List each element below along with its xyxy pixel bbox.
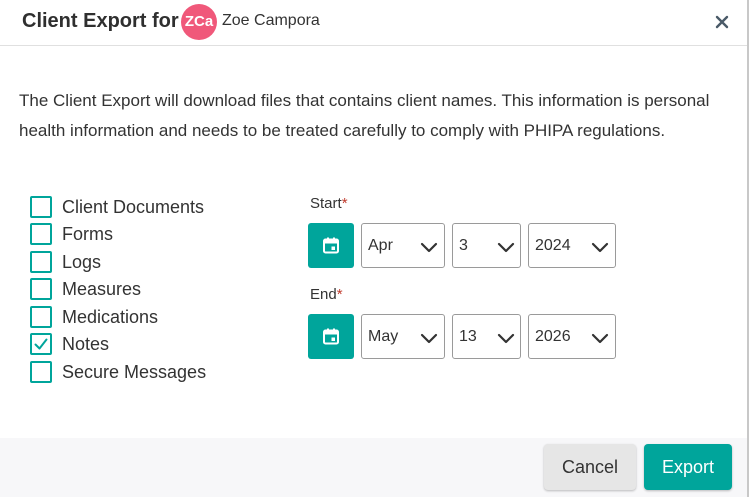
client-avatar: ZCa (181, 4, 217, 40)
start-day-value: 3 (459, 237, 468, 254)
option-label: Notes (62, 334, 110, 355)
chevron-down-icon (497, 333, 515, 344)
option-label: Client Documents (62, 196, 205, 217)
option-notes[interactable]: Notes (30, 331, 206, 359)
option-forms[interactable]: Forms (30, 221, 206, 249)
client-documents-checkbox[interactable] (30, 195, 52, 218)
cancel-button[interactable]: Cancel (544, 444, 636, 490)
phipa-warning-text: The Client Export will download files th… (19, 91, 710, 140)
secure-messages-checkbox[interactable] (30, 360, 52, 383)
client-name: Zoe Campora (222, 12, 320, 29)
dialog-title: Client Export for (22, 10, 179, 32)
close-button[interactable] (709, 9, 735, 35)
calendar-icon (323, 237, 339, 254)
start-date-label: Start* (310, 195, 348, 213)
option-label: Medications (62, 306, 159, 327)
chevron-down-icon (591, 333, 609, 344)
end-day-select[interactable]: 13 (452, 314, 521, 359)
option-label: Measures (62, 279, 142, 300)
medications-checkbox[interactable] (30, 305, 52, 328)
end-label-text: End (310, 286, 337, 303)
end-year-value: 2026 (535, 328, 571, 345)
chevron-down-icon (591, 242, 609, 253)
end-calendar-button[interactable] (308, 314, 354, 359)
checkmark-icon (34, 338, 48, 350)
dialog-header: Client Export for ZCa Zoe Campora (0, 0, 747, 46)
client-export-dialog: Client Export for ZCa Zoe Campora The Cl… (0, 0, 749, 497)
end-year-select[interactable]: 2026 (528, 314, 616, 359)
close-icon (715, 15, 729, 29)
start-year-value: 2024 (535, 237, 571, 254)
start-day-select[interactable]: 3 (452, 223, 521, 268)
chevron-down-icon (420, 333, 438, 344)
option-label: Logs (62, 251, 102, 272)
export-options-list: Client Documents Forms Logs Measures Med… (30, 193, 206, 386)
end-month-select[interactable]: May (361, 314, 445, 359)
forms-checkbox[interactable] (30, 223, 52, 246)
calendar-icon (323, 328, 339, 345)
export-button[interactable]: Export (644, 444, 732, 490)
option-secure-messages[interactable]: Secure Messages (30, 358, 206, 386)
start-month-select[interactable]: Apr (361, 223, 445, 268)
start-year-select[interactable]: 2024 (528, 223, 616, 268)
option-medications[interactable]: Medications (30, 303, 206, 331)
measures-checkbox[interactable] (30, 278, 52, 301)
notes-checkbox[interactable] (30, 333, 52, 356)
start-month-value: Apr (368, 237, 393, 254)
logs-checkbox[interactable] (30, 250, 52, 273)
end-date-label: End* (310, 286, 343, 304)
chevron-down-icon (497, 242, 515, 253)
required-mark: * (336, 286, 343, 303)
chevron-down-icon (420, 242, 438, 253)
required-mark: * (341, 195, 348, 212)
option-logs[interactable]: Logs (30, 248, 206, 276)
option-label: Secure Messages (62, 361, 207, 382)
option-client-documents[interactable]: Client Documents (30, 193, 206, 221)
end-month-value: May (368, 328, 399, 345)
option-measures[interactable]: Measures (30, 276, 206, 304)
start-calendar-button[interactable] (308, 223, 354, 268)
end-day-value: 13 (459, 328, 477, 345)
start-label-text: Start (310, 195, 342, 212)
option-label: Forms (62, 224, 113, 245)
